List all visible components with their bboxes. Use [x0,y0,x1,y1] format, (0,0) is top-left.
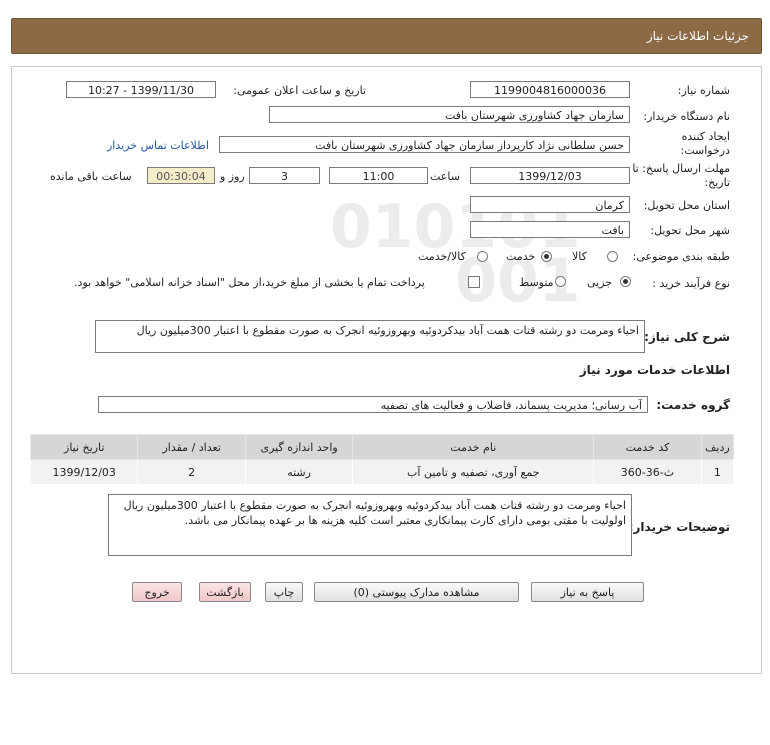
cell-quantity: 2 [137,459,246,485]
category-option-goods: کالا [572,250,587,263]
cell-need-date: 1399/12/03 [29,459,139,485]
requester-label: ایجاد کننده درخواست: [680,130,730,157]
category-label: طبقه بندی موضوعی: [632,250,730,263]
attachments-button[interactable]: مشاهده مدارک پیوستی (0) [314,582,519,602]
treasury-payment-checkbox[interactable] [468,276,480,288]
col-row: ردیف [700,434,735,460]
category-option-service: خدمت [506,250,536,263]
city-field: بافت [470,221,630,238]
city-label: شهر محل تحویل: [650,224,730,237]
announce-datetime-field: 1399/11/30 - 10:27 [66,81,216,98]
days-label: روز و [220,170,245,183]
page-title: جزئیات اطلاعات نیاز [646,29,749,43]
purchase-option-medium: متوسط [519,276,554,289]
cell-row: 1 [700,459,735,485]
payment-note: پرداخت تمام یا بخشی از مبلغ خرید،از محل … [74,276,425,289]
description-field: احیاء ومرمت دو رشته قنات همت آباد بیدکرد… [95,320,645,353]
cell-unit: رشته [244,459,354,485]
buyer-notes-field: احیاء ومرمت دو رشته قنات همت آباد بیدکرد… [108,494,632,556]
services-table: ردیف کد خدمت نام خدمت واحد اندازه گیری ت… [29,434,735,485]
deadline-time-field: 11:00 [329,167,428,184]
days-field: 3 [249,167,320,184]
col-unit: واحد اندازه گیری [244,434,354,460]
col-need-date: تاریخ نیاز [29,434,139,460]
need-number-label: شماره نیاز: [677,84,730,97]
exit-button[interactable]: خروج [132,582,182,602]
back-button[interactable]: بازگشت [199,582,251,602]
cell-service-name: جمع آوری، تصفیه و تامین آب [352,459,595,485]
announce-datetime-label: تاریخ و ساعت اعلان عمومی: [233,84,366,97]
buyer-org-field: سازمان جهاد کشاورزی شهرستان بافت [269,106,630,123]
province-label: استان محل تحویل: [643,199,730,212]
need-number-field: 1199004816000036 [470,81,630,98]
category-option-goods-service: کالا/خدمت [418,250,466,263]
category-radio-goods[interactable] [607,251,618,262]
page-header: جزئیات اطلاعات نیاز [11,18,762,54]
category-radio-service[interactable] [541,251,552,262]
reply-button[interactable]: پاسخ به نیاز [531,582,644,602]
service-group-field: آب رسانی؛ مدیریت پسماند، فاضلاب و فعالیت… [98,396,648,413]
services-info-heading: اطلاعات خدمات مورد نیاز [579,363,730,377]
remaining-label: ساعت باقی مانده [50,170,132,183]
col-service-code: کد خدمت [593,434,702,460]
remaining-time-field: 00:30:04 [147,167,215,184]
col-service-name: نام خدمت [352,434,595,460]
province-field: کرمان [470,196,630,213]
table-row: 1 ث-36-360 جمع آوری، تصفیه و تامین آب رش… [29,459,735,485]
cell-service-code: ث-36-360 [593,459,702,485]
requester-field: حسن سلطانی نژاد کارپرداز سازمان جهاد کشا… [219,136,630,153]
buyer-notes-label: توضیحات خریدار: [628,520,730,534]
description-label: شرح کلی نیاز: [644,330,730,344]
buyer-org-label: نام دستگاه خریدار: [643,110,730,123]
col-quantity: تعداد / مقدار [137,434,246,460]
time-label: ساعت [430,170,460,183]
purchase-radio-minor[interactable] [620,276,631,287]
contact-buyer-link[interactable]: اطلاعات تماس خریدار [107,139,209,152]
print-button[interactable]: چاپ [265,582,303,602]
purchase-type-label: نوع فرآیند خرید : [652,277,730,290]
service-group-label: گروه خدمت: [656,398,730,412]
deadline-label: مهلت ارسال پاسخ: تا تاریخ: [632,162,730,189]
deadline-date-field: 1399/12/03 [470,167,630,184]
purchase-radio-medium[interactable] [555,276,566,287]
table-header-row: ردیف کد خدمت نام خدمت واحد اندازه گیری ت… [29,434,735,460]
purchase-option-minor: جزیی [587,276,613,289]
category-radio-goods-service[interactable] [477,251,488,262]
